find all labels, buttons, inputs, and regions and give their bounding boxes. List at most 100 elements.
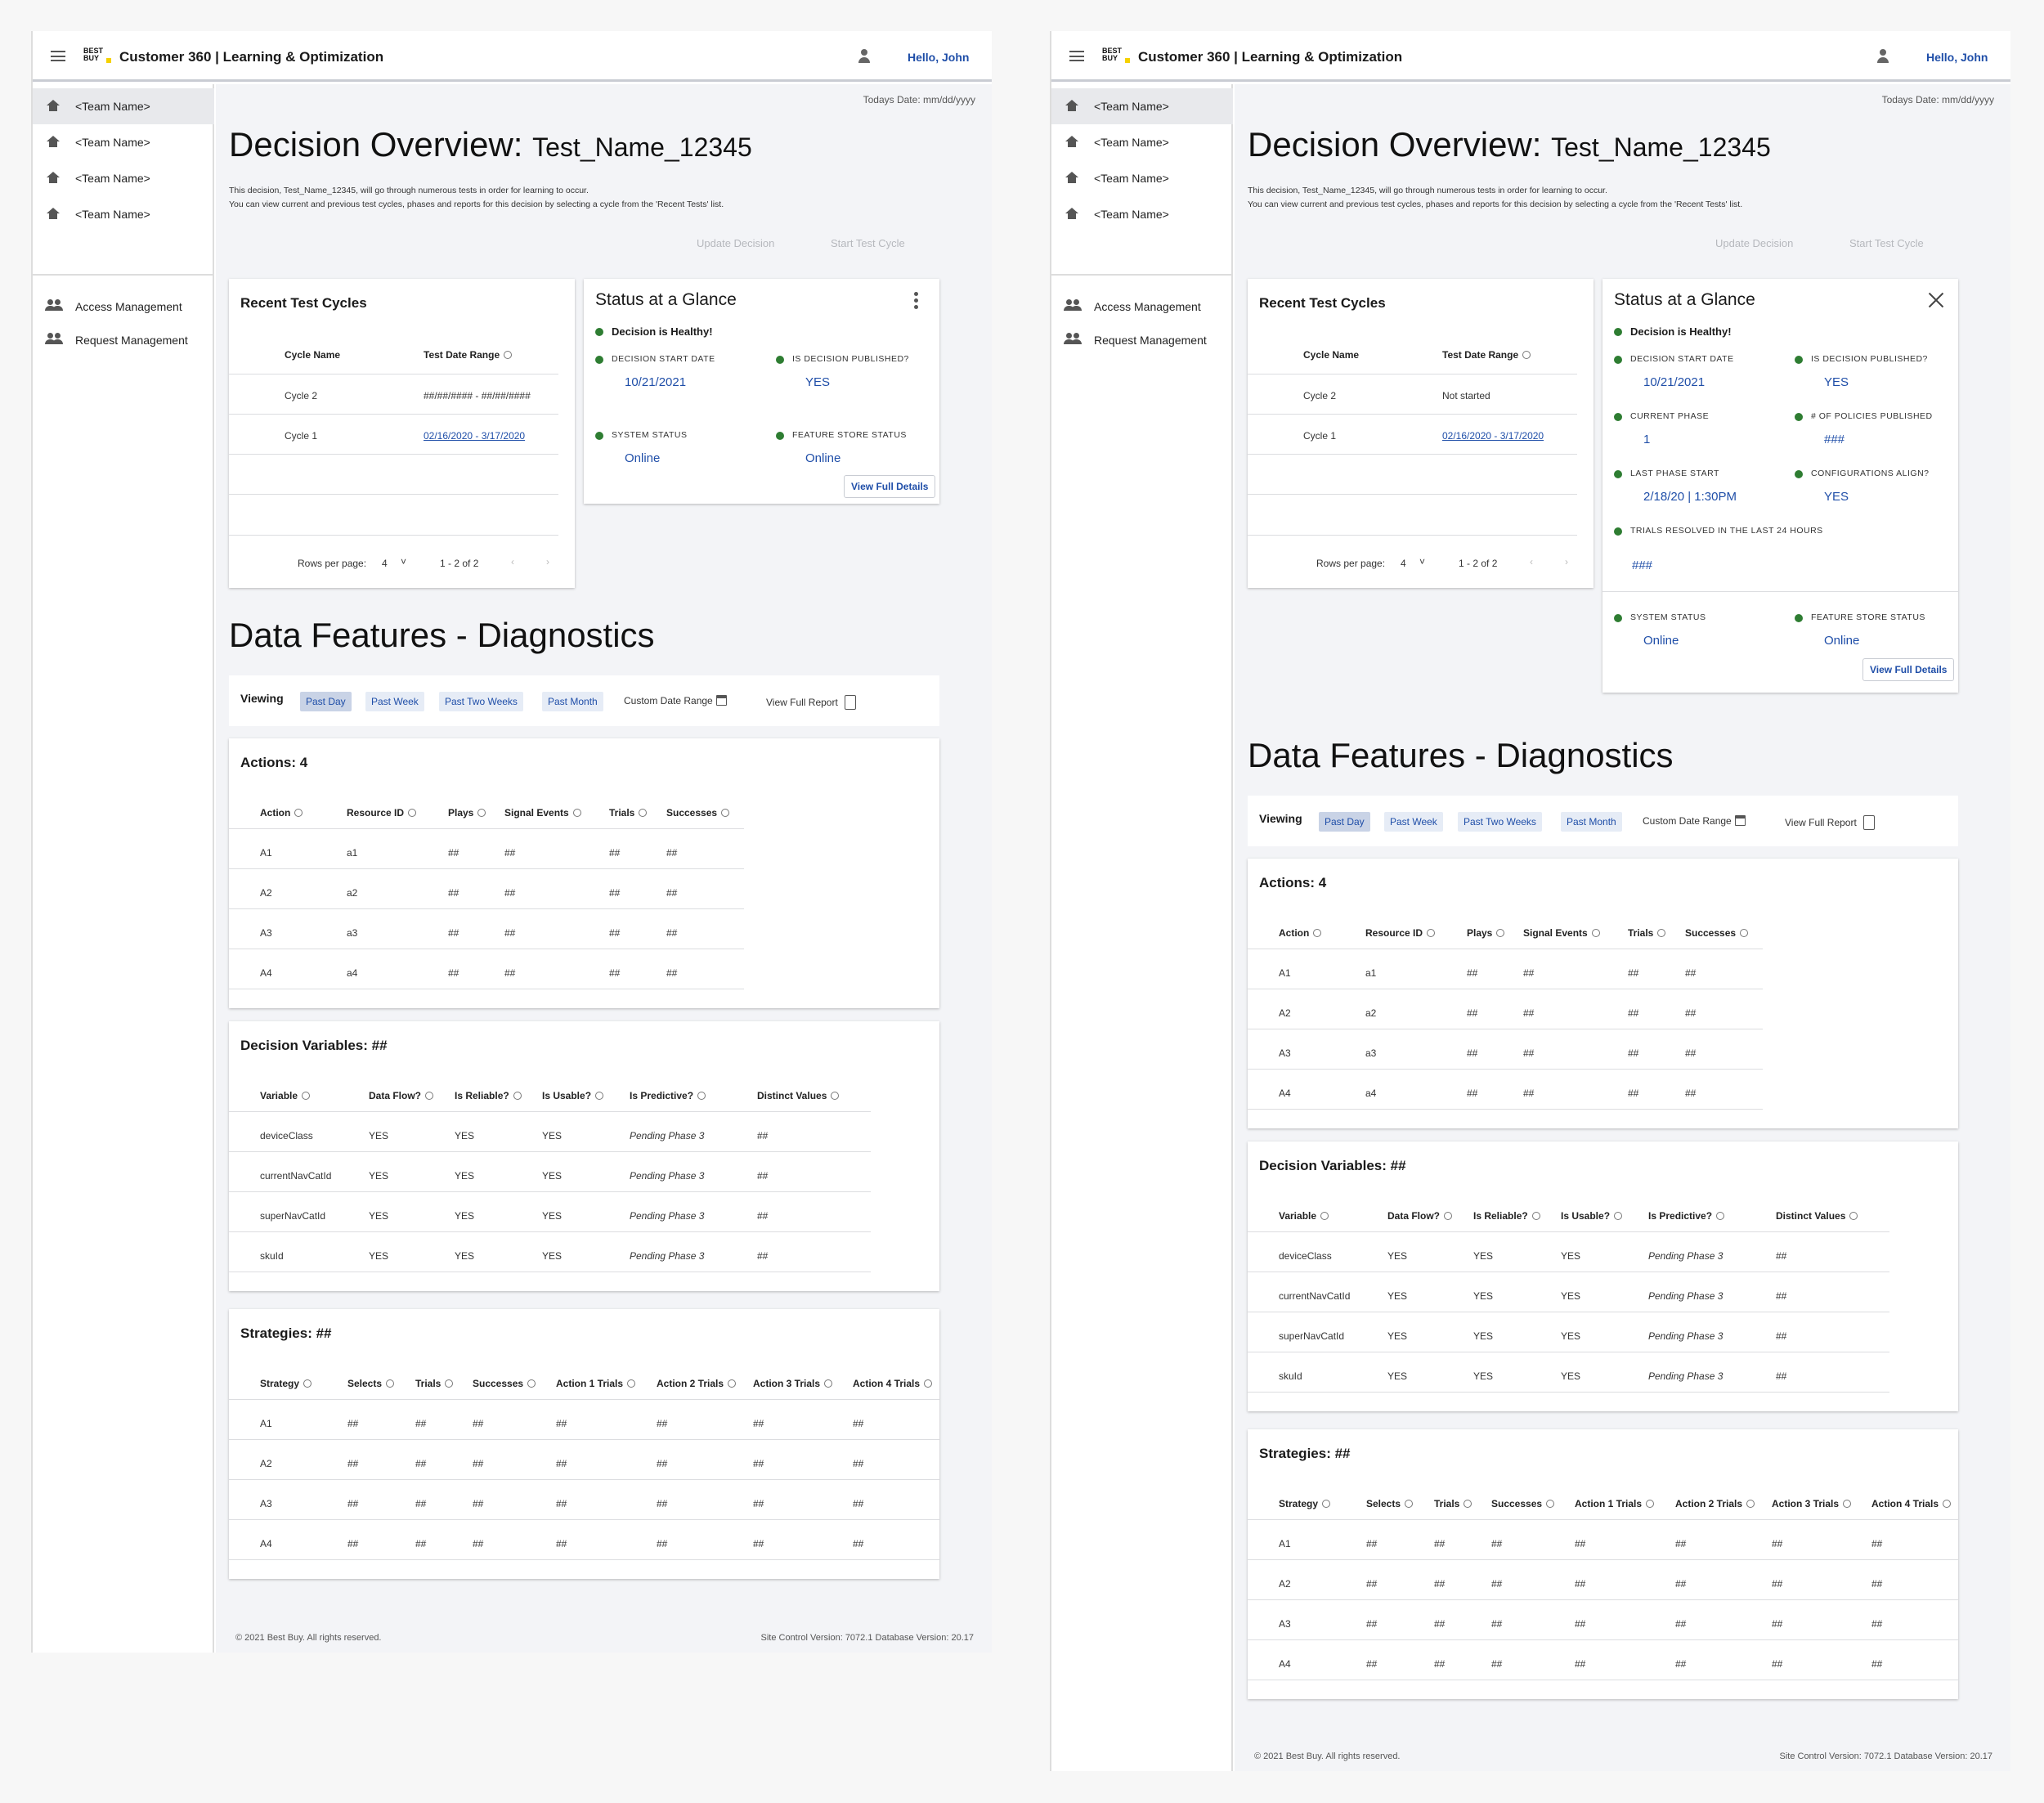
sidebar-item-team[interactable]: <Team Name>: [1051, 88, 1233, 124]
info-icon[interactable]: [627, 1379, 636, 1388]
column-header[interactable]: Variable: [260, 1090, 311, 1101]
table-cell[interactable]: deviceClass: [1279, 1250, 1332, 1262]
update-decision-button[interactable]: Update Decision: [1715, 237, 1793, 249]
column-header[interactable]: Plays: [448, 807, 486, 819]
table-cell[interactable]: A4: [1279, 1658, 1291, 1670]
column-header[interactable]: Distinct Values: [1776, 1210, 1858, 1222]
filter-chip[interactable]: Past Two Weeks: [1458, 812, 1542, 832]
sidebar-item-request-management[interactable]: Request Management: [33, 322, 214, 358]
info-icon[interactable]: [1496, 929, 1505, 937]
column-header[interactable]: Action 3 Trials: [1772, 1498, 1852, 1509]
info-icon[interactable]: [1522, 351, 1531, 359]
cycle-name[interactable]: Cycle 2: [285, 390, 317, 401]
info-icon[interactable]: [1531, 1212, 1540, 1220]
column-header[interactable]: Is Reliable?: [455, 1090, 522, 1101]
column-header[interactable]: Action 1 Trials: [1575, 1498, 1655, 1509]
info-icon[interactable]: [294, 809, 303, 817]
info-icon[interactable]: [1322, 1500, 1331, 1508]
sidebar-item-access-management[interactable]: Access Management: [1051, 289, 1233, 325]
column-header[interactable]: Selects: [1366, 1498, 1414, 1509]
custom-date-range-button[interactable]: Custom Date Range: [1643, 815, 1746, 827]
status-value[interactable]: ###: [1824, 433, 1845, 446]
info-icon[interactable]: [1614, 1212, 1623, 1220]
info-icon[interactable]: [1444, 1212, 1453, 1220]
info-icon[interactable]: [1657, 929, 1666, 937]
column-header[interactable]: Is Usable?: [1561, 1210, 1623, 1222]
sidebar-item-request-management[interactable]: Request Management: [1051, 322, 1233, 358]
filter-chip[interactable]: Past Week: [365, 692, 424, 711]
filter-chip[interactable]: Past Two Weeks: [439, 692, 523, 711]
column-header[interactable]: Action: [1279, 927, 1322, 939]
table-cell[interactable]: A2: [260, 887, 272, 899]
filter-chip[interactable]: Past Month: [1561, 812, 1622, 832]
info-icon[interactable]: [1591, 929, 1600, 937]
sidebar-item-access-management[interactable]: Access Management: [33, 289, 214, 325]
menu-icon[interactable]: [1069, 51, 1084, 61]
table-cell[interactable]: A2: [1279, 1578, 1291, 1590]
status-value[interactable]: YES: [1824, 490, 1849, 504]
column-header[interactable]: Selects: [347, 1378, 395, 1389]
filter-chip[interactable]: Past Day: [1319, 812, 1370, 832]
status-value[interactable]: 10/21/2021: [1643, 375, 1705, 389]
user-icon[interactable]: [1876, 49, 1889, 64]
table-cell[interactable]: A4: [260, 967, 272, 979]
info-icon[interactable]: [1320, 1212, 1329, 1220]
info-icon[interactable]: [824, 1379, 833, 1388]
info-icon[interactable]: [477, 809, 486, 817]
table-cell[interactable]: A1: [260, 1418, 272, 1429]
custom-date-range-button[interactable]: Custom Date Range: [624, 695, 727, 706]
info-icon[interactable]: [504, 351, 513, 359]
info-icon[interactable]: [1716, 1212, 1725, 1220]
table-cell[interactable]: A3: [260, 927, 272, 939]
table-cell[interactable]: skuId: [260, 1250, 284, 1262]
column-header[interactable]: Signal Events: [1523, 927, 1600, 939]
table-cell[interactable]: A3: [260, 1498, 272, 1509]
column-header[interactable]: Trials: [1628, 927, 1666, 939]
column-header[interactable]: Trials: [1434, 1498, 1472, 1509]
info-icon[interactable]: [697, 1092, 706, 1100]
prev-page-button[interactable]: ‹: [511, 556, 514, 567]
column-header[interactable]: Action 4 Trials: [853, 1378, 933, 1389]
info-icon[interactable]: [302, 1092, 311, 1100]
info-icon[interactable]: [303, 1379, 312, 1388]
start-test-cycle-button[interactable]: Start Test Cycle: [1849, 237, 1924, 249]
column-header[interactable]: Trials: [609, 807, 648, 819]
table-cell[interactable]: A3: [1279, 1618, 1291, 1630]
info-icon[interactable]: [831, 1092, 840, 1100]
column-header[interactable]: Is Usable?: [542, 1090, 604, 1101]
more-options-icon[interactable]: [914, 292, 918, 296]
column-header[interactable]: Trials: [415, 1378, 454, 1389]
info-icon[interactable]: [408, 809, 417, 817]
sidebar-item-team[interactable]: <Team Name>: [33, 88, 214, 124]
table-cell[interactable]: A1: [260, 847, 272, 859]
status-value[interactable]: Online: [805, 451, 840, 465]
table-cell[interactable]: A3: [1279, 1047, 1291, 1059]
column-header[interactable]: Successes: [1491, 1498, 1555, 1509]
column-header[interactable]: Data Flow?: [369, 1090, 434, 1101]
column-header[interactable]: Resource ID: [347, 807, 417, 819]
info-icon[interactable]: [386, 1379, 395, 1388]
info-icon[interactable]: [1546, 1500, 1555, 1508]
filter-chip[interactable]: Past Day: [300, 692, 352, 711]
view-full-details-button[interactable]: View Full Details: [844, 475, 936, 498]
column-header[interactable]: Successes: [1685, 927, 1749, 939]
cycle-name[interactable]: Cycle 2: [1303, 390, 1336, 401]
status-value[interactable]: Online: [625, 451, 660, 465]
column-header[interactable]: Distinct Values: [757, 1090, 840, 1101]
cycle-name[interactable]: Cycle 1: [285, 430, 317, 442]
prev-page-button[interactable]: ‹: [1530, 556, 1533, 567]
column-header[interactable]: Data Flow?: [1387, 1210, 1453, 1222]
column-header[interactable]: Successes: [666, 807, 730, 819]
table-cell[interactable]: A2: [1279, 1007, 1291, 1019]
sidebar-item-team[interactable]: <Team Name>: [1051, 196, 1233, 232]
info-icon[interactable]: [1405, 1500, 1414, 1508]
view-full-report-button[interactable]: View Full Report: [1785, 815, 1875, 830]
column-header[interactable]: Test Date Range: [1442, 349, 1531, 361]
column-header[interactable]: Action 2 Trials: [657, 1378, 737, 1389]
info-icon[interactable]: [595, 1092, 604, 1100]
info-icon[interactable]: [1313, 929, 1322, 937]
table-cell[interactable]: deviceClass: [260, 1130, 313, 1141]
dropdown-icon[interactable]: ˅: [1419, 556, 1425, 567]
info-icon[interactable]: [1740, 929, 1749, 937]
cycle-date-range[interactable]: 02/16/2020 - 3/17/2020: [1442, 430, 1544, 442]
